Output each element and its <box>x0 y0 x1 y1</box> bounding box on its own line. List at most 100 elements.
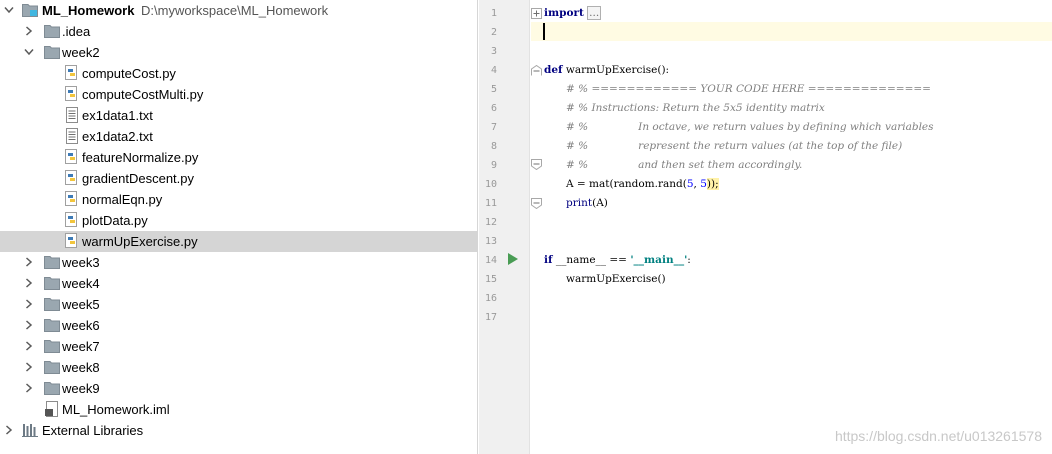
line-number: 9 <box>490 160 497 171</box>
folder-icon <box>44 296 60 312</box>
fold-expand-icon[interactable] <box>531 8 542 19</box>
chevron-down-icon[interactable] <box>4 5 14 15</box>
chevron-down-icon[interactable] <box>24 47 34 57</box>
line-number: 1 <box>490 8 497 19</box>
project-tree: ML_Homework D:\myworkspace\ML_Homework .id… <box>0 0 478 454</box>
code-text: __name__ == <box>552 254 631 266</box>
tree-item-week6[interactable]: week6 <box>0 315 478 336</box>
chevron-right-icon[interactable] <box>24 383 34 393</box>
keyword: if <box>544 254 553 266</box>
tree-item-label: featureNormalize.py <box>82 150 199 165</box>
tree-item-label: computeCostMulti.py <box>82 87 204 102</box>
line-number: 7 <box>490 122 497 133</box>
line-number: 8 <box>490 141 497 152</box>
python-file-icon <box>64 233 80 249</box>
tree-item-label: gradientDescent.py <box>82 171 195 186</box>
project-path: D:\myworkspace\ML_Homework <box>141 3 329 18</box>
folder-icon <box>44 338 60 354</box>
tree-item-external-libraries[interactable]: External Libraries <box>0 420 478 441</box>
folder-icon <box>44 359 60 375</box>
code-line-8[interactable]: # % In octave, we return values by defin… <box>566 118 934 137</box>
number-literal: 5 <box>686 178 694 190</box>
tree-item-ml-homework-iml[interactable]: ML_Homework.iml <box>0 399 478 420</box>
tree-item-featurenormalize-py[interactable]: featureNormalize.py <box>0 147 478 168</box>
tree-item-label: week7 <box>62 339 100 354</box>
code-line-12[interactable]: print(A) <box>566 194 608 213</box>
code-text: (): <box>657 64 670 76</box>
string-literal: '__main__' <box>630 254 688 266</box>
code-editor[interactable]: 1 2 3 4 5 6 7 8 9 10 11 12 13 14 15 16 17 import ... def… <box>479 0 1052 454</box>
code-line-16[interactable]: warmUpExercise() <box>566 270 666 289</box>
chevron-right-icon[interactable] <box>24 341 34 351</box>
tree-item-gradientdescent-py[interactable]: gradientDescent.py <box>0 168 478 189</box>
libraries-icon <box>22 422 38 438</box>
text-caret <box>543 23 545 40</box>
line-number: 12 <box>484 217 497 228</box>
chevron-right-icon[interactable] <box>24 26 34 36</box>
code-line-11[interactable]: A = mat(random.rand(5, 5)); <box>566 175 719 194</box>
code-line-5[interactable]: def warmUpExercise(): <box>544 61 669 80</box>
tree-item-label: warmUpExercise.py <box>82 234 198 249</box>
code-line-9[interactable]: # % represent the return values (at the … <box>566 137 902 156</box>
tree-item-idea[interactable]: .idea <box>0 21 478 42</box>
root-folder-icon <box>22 2 38 18</box>
tree-item-week3[interactable]: week3 <box>0 252 478 273</box>
number-literal: 5 <box>700 178 707 190</box>
builtin-function: print <box>566 197 593 209</box>
watermark: https://blog.csdn.net/u013261578 <box>834 428 1042 444</box>
iml-file-icon <box>44 401 60 417</box>
code-line-1[interactable]: import ... <box>544 4 602 23</box>
folder-icon <box>44 23 60 39</box>
tree-item-warmupexercise-py[interactable]: warmUpExercise.py <box>0 231 478 252</box>
tree-item-label: week4 <box>62 276 100 291</box>
chevron-right-icon[interactable] <box>24 299 34 309</box>
tree-item-label: plotData.py <box>82 213 148 228</box>
tree-item-week4[interactable]: week4 <box>0 273 478 294</box>
tree-item-plotdata-py[interactable]: plotData.py <box>0 210 478 231</box>
python-file-icon <box>64 149 80 165</box>
chevron-right-icon[interactable] <box>24 320 34 330</box>
python-file-icon <box>64 191 80 207</box>
chevron-right-icon[interactable] <box>24 278 34 288</box>
chevron-right-icon[interactable] <box>24 362 34 372</box>
tree-item-label: ML_Homework <box>42 3 135 18</box>
tree-item-ex1data2-txt[interactable]: ex1data2.txt <box>0 126 478 147</box>
line-number: 11 <box>484 198 497 209</box>
fold-end-icon[interactable] <box>531 198 542 209</box>
text-file-icon <box>64 107 80 123</box>
tree-item-label: computeCost.py <box>82 66 176 81</box>
tree-item-label: week3 <box>62 255 100 270</box>
tree-item-ml-homework[interactable]: ML_Homework D:\myworkspace\ML_Homework <box>0 0 478 21</box>
tree-item-ex1data1-txt[interactable]: ex1data1.txt <box>0 105 478 126</box>
tree-item-label: ex1data1.txt <box>82 108 153 123</box>
chevron-right-icon[interactable] <box>4 425 14 435</box>
tree-item-week2[interactable]: week2 <box>0 42 478 63</box>
folder-icon <box>44 44 60 60</box>
folder-icon <box>44 317 60 333</box>
code-line-15[interactable]: if __name__ == '__main__': <box>544 251 691 270</box>
text-file-icon <box>64 128 80 144</box>
tree-item-computecostmulti-py[interactable]: computeCostMulti.py <box>0 84 478 105</box>
python-file-icon <box>64 86 80 102</box>
tree-item-week9[interactable]: week9 <box>0 378 478 399</box>
run-icon[interactable] <box>508 253 518 265</box>
code-line-7[interactable]: # % Instructions: Return the 5x5 identit… <box>566 99 825 118</box>
line-number: 17 <box>484 312 497 323</box>
tree-item-label: week5 <box>62 297 100 312</box>
code-line-10[interactable]: # % and then set them accordingly. <box>566 156 802 175</box>
tree-item-week8[interactable]: week8 <box>0 357 478 378</box>
tree-item-normaleqn-py[interactable]: normalEqn.py <box>0 189 478 210</box>
line-number: 2 <box>490 27 497 38</box>
folded-code[interactable]: ... <box>587 6 602 20</box>
tree-item-week7[interactable]: week7 <box>0 336 478 357</box>
fold-collapse-icon[interactable] <box>531 65 542 76</box>
line-number: 15 <box>484 274 497 285</box>
fold-collapse-icon[interactable] <box>531 159 542 170</box>
chevron-right-icon[interactable] <box>24 257 34 267</box>
line-number: 10 <box>484 179 497 190</box>
tree-item-computecost-py[interactable]: computeCost.py <box>0 63 478 84</box>
line-number: 4 <box>490 65 497 76</box>
code-line-6[interactable]: # % ============ YOUR CODE HERE ========… <box>566 80 931 99</box>
tree-item-week5[interactable]: week5 <box>0 294 478 315</box>
code-text: : <box>687 254 691 266</box>
